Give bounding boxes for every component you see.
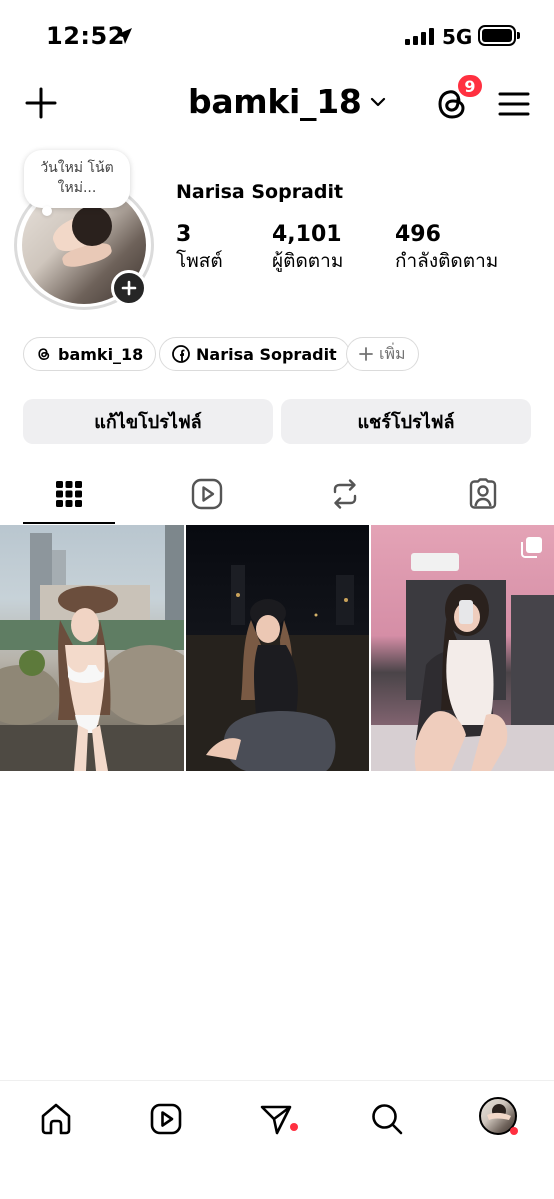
plus-icon: [359, 347, 373, 361]
avatar-hair: [72, 206, 112, 246]
stat-posts-label: โพสต์: [176, 250, 223, 272]
active-tab-indicator: [23, 522, 115, 524]
cellular-signal-icon: [405, 28, 434, 45]
create-plus-icon[interactable]: [24, 86, 58, 120]
post-1-image: [0, 525, 184, 771]
facebook-link-label: Narisa Sopradit: [196, 344, 337, 364]
add-story-button[interactable]: [111, 270, 147, 306]
post-2-image: [186, 565, 369, 771]
facebook-icon: [172, 345, 190, 363]
stat-posts[interactable]: 3 โพสต์: [176, 222, 223, 274]
tab-reels[interactable]: [138, 464, 276, 524]
stat-followers-value: 4,101: [272, 222, 342, 247]
menu-icon[interactable]: [498, 90, 530, 118]
full-name: Narisa Sopradit: [176, 181, 344, 203]
nav-home[interactable]: [36, 1099, 76, 1139]
chevron-down-icon: [370, 97, 385, 106]
multiple-photos-icon: [521, 537, 542, 558]
profile-tabs: [0, 464, 554, 524]
stat-following-value: 496: [395, 222, 441, 247]
post-3-image: [371, 553, 554, 771]
share-profile-button[interactable]: แชร์โปรไฟล์: [281, 399, 531, 444]
home-icon: [41, 1103, 71, 1135]
reels-icon: [191, 478, 223, 510]
stat-posts-value: 3: [176, 222, 192, 247]
post-thumbnail-1[interactable]: [0, 525, 184, 771]
bottom-navigation: [0, 1080, 554, 1199]
post-thumbnail-3[interactable]: [371, 525, 554, 771]
stat-followers-label: ผู้ติดตาม: [272, 250, 344, 272]
stat-following[interactable]: 496 กำลังติดตาม: [395, 222, 498, 274]
tab-tagged[interactable]: [414, 464, 552, 524]
stat-followers[interactable]: 4,101 ผู้ติดตาม: [272, 222, 343, 274]
tab-reposts[interactable]: [276, 464, 414, 524]
threads-icon: [38, 348, 50, 361]
add-link-label: เพิ่ม: [379, 343, 406, 363]
plus-icon: [121, 280, 137, 296]
repost-icon: [333, 479, 357, 509]
facebook-link-chip[interactable]: Narisa Sopradit: [159, 337, 350, 371]
note-bubble[interactable]: วันใหม่ โน้ตใหม่...: [24, 150, 130, 208]
grid-icon: [56, 481, 82, 507]
add-link-chip[interactable]: เพิ่ม: [346, 337, 419, 371]
status-bar: 12:52 5G: [0, 0, 554, 70]
location-arrow-icon: [116, 28, 132, 44]
threads-link-chip[interactable]: bamki_18: [23, 337, 157, 371]
nav-search[interactable]: [367, 1099, 407, 1139]
threads-link-label: bamki_18: [58, 344, 144, 364]
profile-unread-dot: [510, 1127, 518, 1135]
edit-profile-button[interactable]: แก้ไขโปรไฟล์: [23, 399, 273, 444]
direct-unread-dot: [290, 1123, 298, 1131]
notification-badge: 9: [456, 73, 484, 99]
nav-reels[interactable]: [146, 1099, 186, 1139]
profile-header: bamki_18 9: [0, 73, 554, 130]
header-username: bamki_18: [188, 82, 362, 121]
battery-tip: [517, 32, 520, 39]
send-icon: [260, 1105, 292, 1135]
tagged-user-icon: [469, 478, 497, 509]
stat-following-label: กำลังติดตาม: [395, 250, 499, 272]
post-grid: [0, 525, 554, 771]
tab-grid[interactable]: [0, 464, 138, 524]
search-icon: [372, 1104, 403, 1135]
battery-icon: [478, 25, 516, 46]
network-type: 5G: [442, 25, 473, 49]
post-thumbnail-2[interactable]: [186, 525, 369, 771]
nav-direct[interactable]: [256, 1099, 296, 1139]
account-switcher[interactable]: bamki_18: [188, 82, 386, 121]
reels-icon: [150, 1103, 182, 1135]
note-bubble-tail: [42, 206, 52, 216]
